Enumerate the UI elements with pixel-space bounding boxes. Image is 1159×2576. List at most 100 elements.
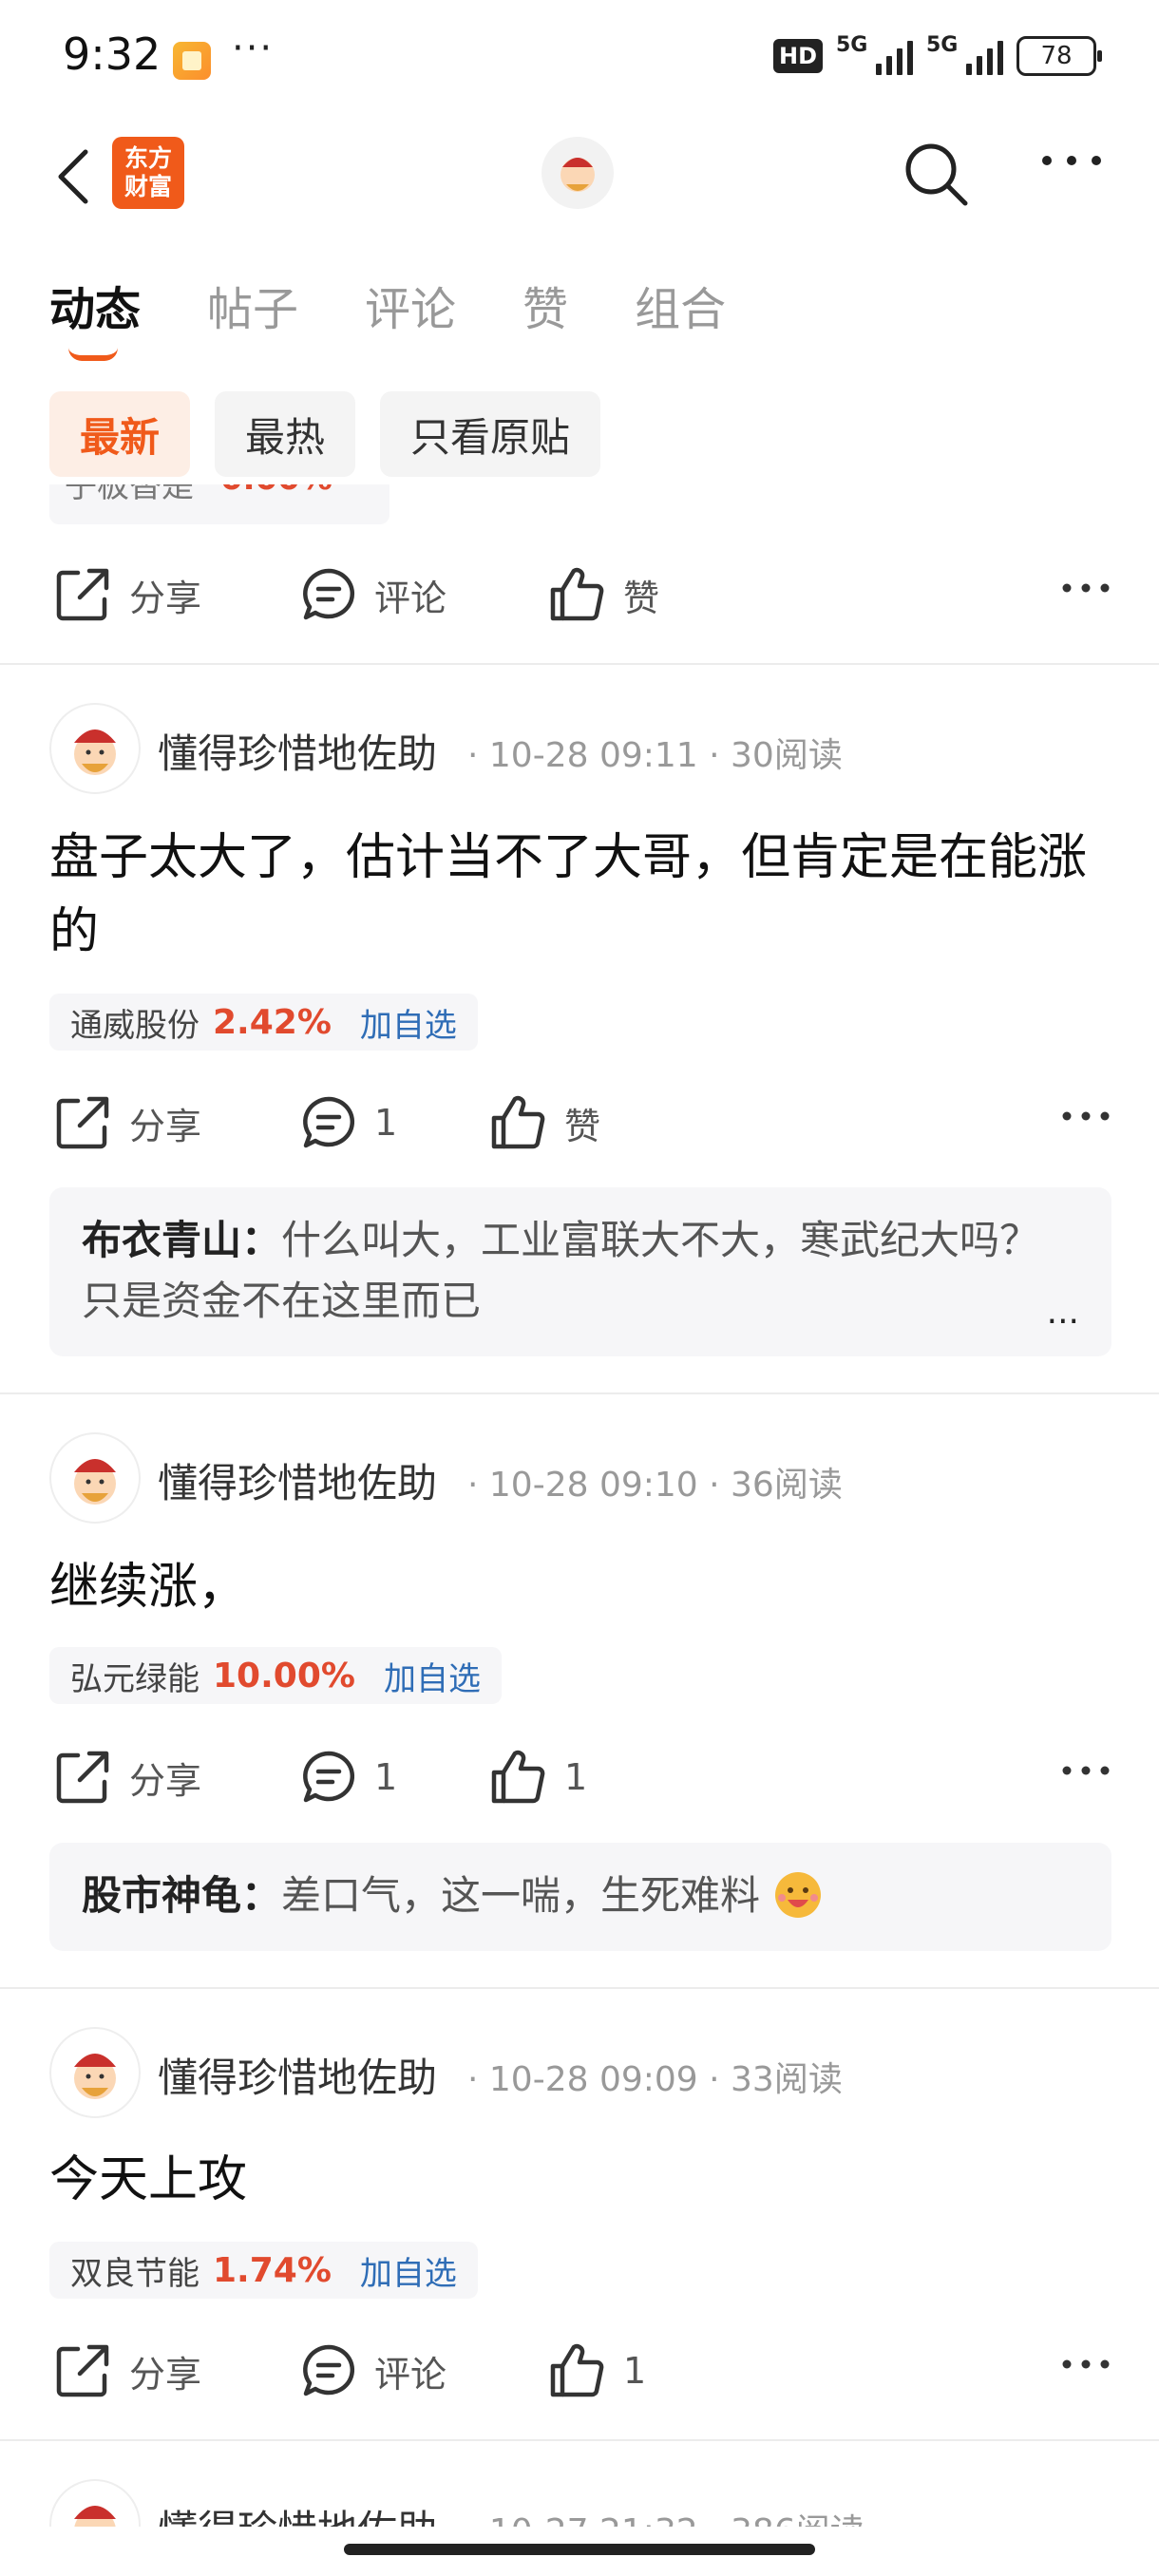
add-watchlist-button[interactable]: 加自选 [384,1653,481,1699]
comment-icon [303,2344,355,2396]
comment-count: 1 [374,1756,398,1798]
reply-expand[interactable]: ... [1047,1282,1079,1343]
share-button[interactable]: 分享 [53,561,201,628]
stock-change: 10.00% [213,1656,355,1695]
post-reads: 33阅读 [731,2060,843,2099]
post-more-icon[interactable] [1062,578,1110,597]
stock-chip[interactable]: 双良节能 1.74% 加自选 [49,2242,478,2299]
share-button[interactable]: 分享 [53,2338,201,2404]
divider [0,663,1159,665]
like-label: 赞 [623,577,660,619]
status-time: 9:32 [63,28,162,80]
stock-chip[interactable]: 通威股份 2.42% 加自选 [49,994,478,1051]
stock-name: 通威股份 [70,1006,200,1045]
stock-change: 1.74% [213,2250,332,2290]
like-button[interactable]: 赞 [547,561,659,628]
divider [0,1987,1159,1989]
post-more-icon[interactable] [1062,2355,1110,2373]
post-clip: 懂得珍惜地佐助 · 10-27 21:32 · 386阅读 [0,2479,1159,2527]
post-time: 10-28 09:11 [488,736,698,775]
filter-chips: 最新 最热 只看原贴 [49,391,601,477]
author-name[interactable]: 懂得珍惜地佐助 [158,722,437,780]
tab-portfolio[interactable]: 组合 [635,272,726,338]
post-content[interactable]: 盘子太大了，估计当不了大哥，但肯定是在能涨的 [49,821,1113,969]
post-header: 懂得珍惜地佐助 · 10-28 09:11 · 30阅读 [49,703,1113,794]
filter-hot[interactable]: 最热 [215,391,356,477]
like-button[interactable]: 赞 [488,1089,600,1156]
post-header: 懂得珍惜地佐助 · 10-27 21:32 · 386阅读 [49,2479,1113,2527]
comment-icon [303,568,355,620]
post-meta: · 10-28 09:11 · 30阅读 [467,736,843,775]
signal-icon: 5G [836,33,913,75]
reply-author[interactable]: 股市神龟： [82,1872,281,1919]
stock-name: 双良节能 [70,2254,200,2293]
comment-button[interactable]: 1 [300,1744,397,1810]
app-logo[interactable]: 东方 财富 [112,137,184,209]
thumbs-up-icon [491,1750,545,1804]
stock-chip[interactable]: 弘元绿能 10.00% 加自选 [49,1647,502,1704]
status-indicators: HD 5G 5G 78 [772,33,1102,76]
reply-preview[interactable]: 布衣青山：什么叫大，工业富联大不大，寒武纪大吗？只是资金不在这里而已 ... [49,1187,1112,1356]
app-notification-icon [173,42,211,80]
like-button[interactable]: 1 [488,1744,587,1810]
more-icon[interactable] [1041,152,1102,170]
stock-name: 弘元绿能 [70,1659,200,1698]
user-avatar[interactable] [542,137,614,209]
post-actions: 分享 1 1 [53,1744,1110,1810]
comment-label: 评论 [374,2353,447,2396]
filter-original-only[interactable]: 只看原贴 [380,391,601,477]
author-name[interactable]: 懂得珍惜地佐助 [158,1451,437,1509]
author-name[interactable]: 懂得珍惜地佐助 [158,2046,437,2104]
reply-preview[interactable]: 股市神龟：差口气，这一喘，生死难料 [49,1843,1112,1951]
share-icon [56,2344,109,2397]
author-avatar[interactable] [49,2479,141,2527]
author-name[interactable]: 懂得珍惜地佐助 [158,2498,437,2527]
back-icon[interactable] [49,148,103,205]
share-icon [56,1751,109,1804]
post-reads: 36阅读 [731,1466,843,1505]
comment-button[interactable]: 1 [300,1089,397,1156]
search-icon[interactable] [901,139,971,213]
post-content[interactable]: 今天上攻 [49,2143,1113,2217]
post-more-icon[interactable] [1062,1761,1110,1779]
post-header: 懂得珍惜地佐助 · 10-28 09:10 · 36阅读 [49,1432,1113,1524]
author-avatar[interactable] [49,1432,141,1524]
reply-author[interactable]: 布衣青山： [82,1217,281,1263]
logo-text: 财富 [124,173,172,200]
author-avatar[interactable] [49,2027,141,2118]
network-type: 5G [926,33,959,57]
network-type: 5G [836,33,868,57]
author-avatar[interactable] [49,703,141,794]
tab-posts[interactable]: 帖子 [207,272,298,338]
comment-button[interactable]: 评论 [300,2338,446,2404]
post-time: 10-28 09:09 [488,2060,698,2099]
post-meta: · 10-27 21:32 · 386阅读 [467,2504,864,2527]
stock-change: 2.42% [213,1002,332,1042]
share-label: 分享 [129,2353,202,2396]
comment-button[interactable]: 评论 [300,561,446,628]
tab-dynamic[interactable]: 动态 [49,272,141,361]
comment-label: 评论 [374,577,447,619]
share-button[interactable]: 分享 [53,1089,201,1156]
home-indicator[interactable] [344,2544,815,2555]
share-button[interactable]: 分享 [53,1744,201,1810]
tab-comments[interactable]: 评论 [365,272,456,338]
comment-icon [303,1096,355,1148]
tab-likes[interactable]: 赞 [522,272,568,338]
share-label: 分享 [129,577,202,619]
status-bar: 9:32 ··· HD 5G 5G 78 [0,0,1159,114]
add-watchlist-button[interactable]: 加自选 [360,2247,457,2294]
add-watchlist-button[interactable]: 加自选 [360,999,457,1046]
stock-name: 子板替是 [65,484,194,505]
share-icon [56,1096,109,1149]
comment-icon [303,1751,355,1803]
signal-icon: 5G [926,33,1003,75]
post-actions: 分享 评论 1 [53,2338,1110,2404]
divider [0,2439,1159,2441]
thumbs-up-icon [550,567,604,621]
like-button[interactable]: 1 [547,2338,646,2404]
post-content[interactable]: 继续涨， [49,1550,1113,1624]
filter-latest[interactable]: 最新 [49,391,191,477]
stock-chip[interactable]: 子板替是 0.00% [49,484,390,524]
post-more-icon[interactable] [1062,1107,1110,1125]
